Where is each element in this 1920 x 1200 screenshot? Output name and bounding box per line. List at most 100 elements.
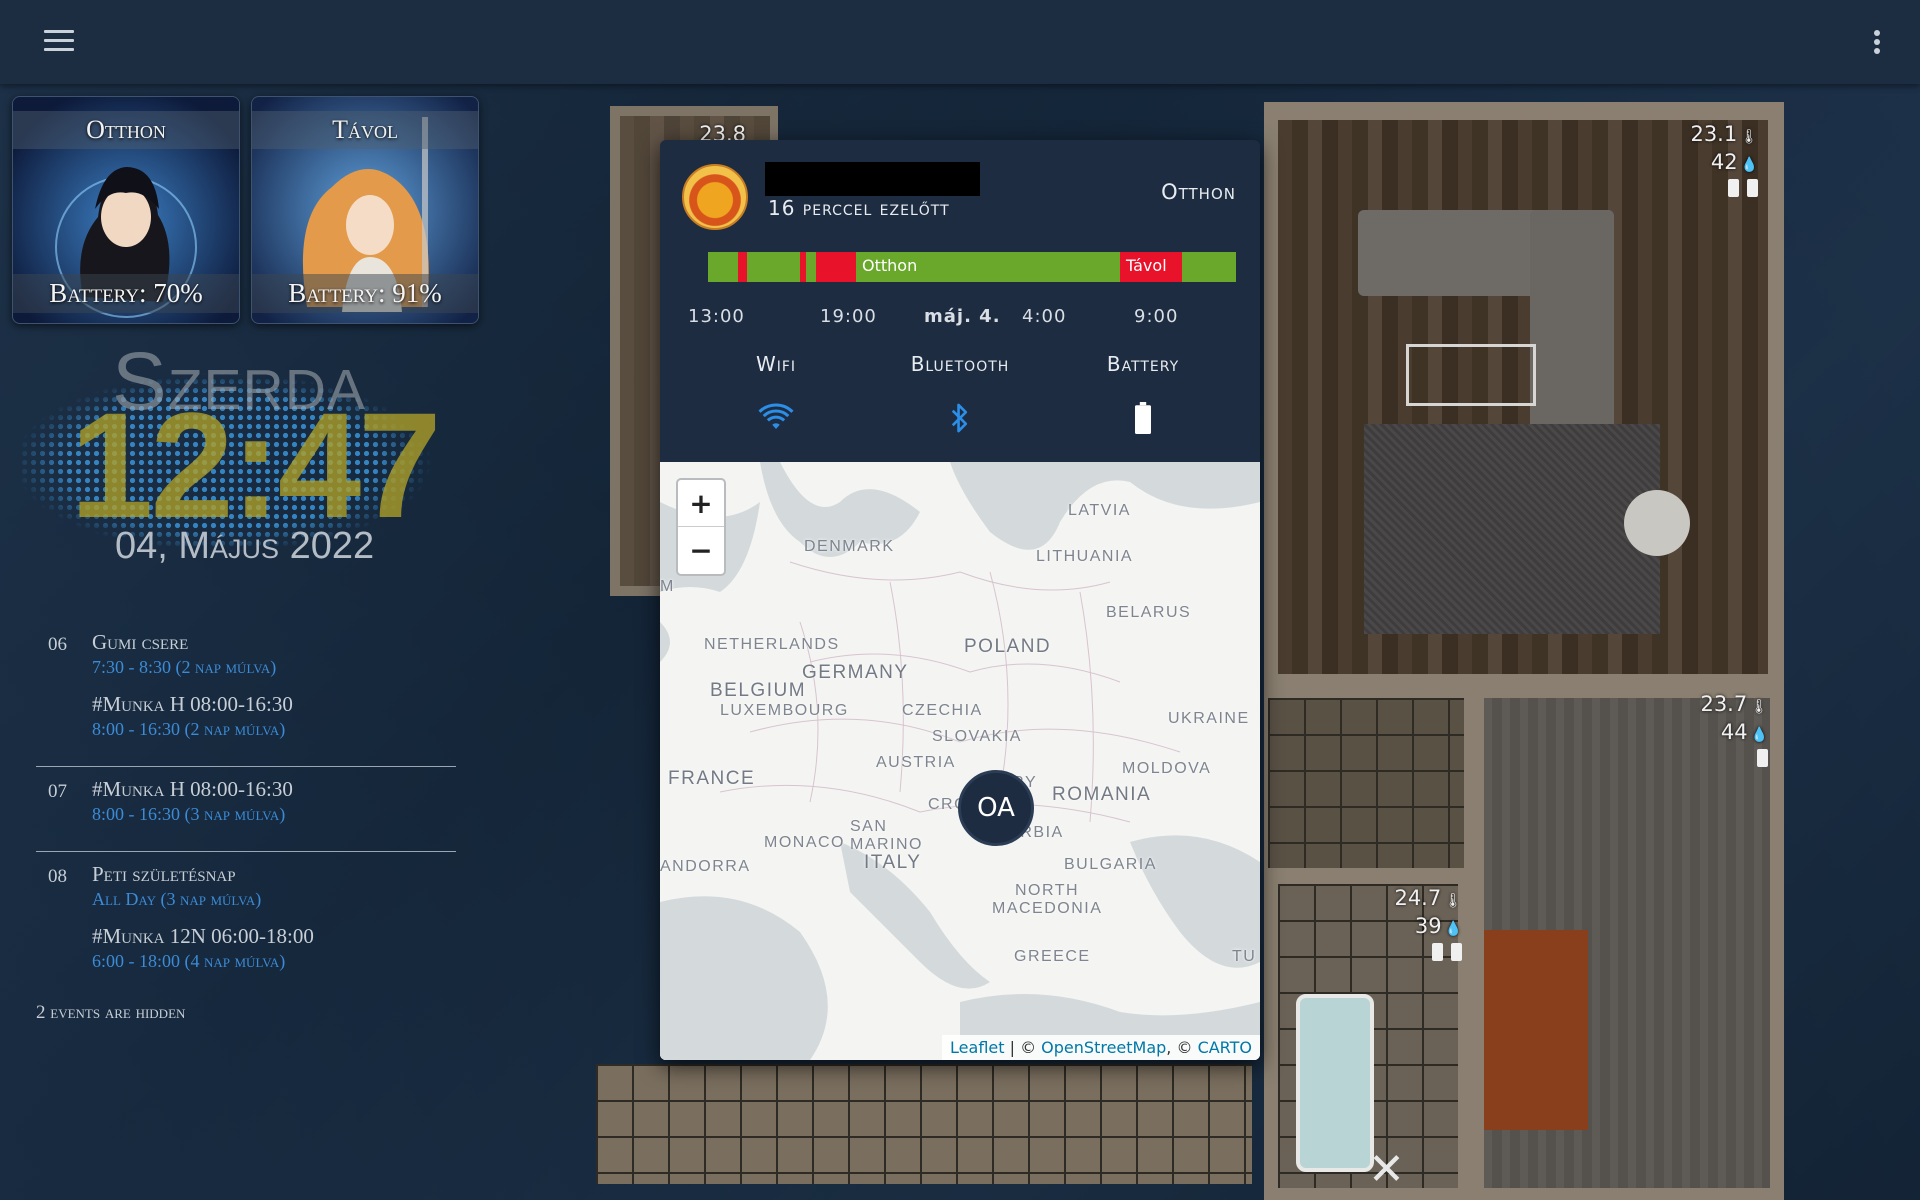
event-day-group: 08 Peti születésnap All Day (3 nap múlva…	[36, 851, 456, 998]
map-label: Andorra	[660, 858, 751, 875]
attribute-label: Bluetooth	[910, 352, 1010, 376]
map-label: Latvia	[1068, 502, 1131, 519]
map-label: Czechia	[902, 702, 983, 719]
person-battery: Battery: 70%	[13, 274, 239, 313]
humidity-value: 42	[1710, 150, 1738, 174]
person-card-otthon[interactable]: Otthon Battery: 70%	[12, 96, 240, 324]
droplet-icon: 💧	[1750, 727, 1768, 743]
top-app-bar	[0, 0, 1920, 84]
attribute-label: Wifi	[755, 352, 797, 376]
event-when: 8:00 - 16:30 (3 nap múlva)	[92, 804, 286, 824]
clock-time: 12:47	[70, 381, 442, 549]
battery-icon	[1135, 402, 1151, 434]
timeline-label-away: Távol	[1126, 256, 1167, 275]
map-label: Austria	[876, 754, 956, 771]
room-bottom	[596, 1064, 1252, 1184]
map-label: Italy	[864, 852, 922, 873]
event-when: 7:30 - 8:30 (2 nap múlva)	[92, 657, 277, 677]
person-name: Otthon	[13, 111, 239, 149]
humidity-value: 44	[1720, 720, 1748, 744]
map-label: Luxembourg	[720, 702, 849, 719]
wifi-icon	[758, 403, 794, 429]
room-hall	[1268, 698, 1464, 868]
event-day: 07	[48, 781, 67, 802]
temperature-value: 23.7	[1700, 692, 1748, 716]
event-item[interactable]: Peti születésnap All Day (3 nap múlva)	[92, 862, 456, 910]
leaflet-link[interactable]: Leaflet	[950, 1038, 1004, 1057]
map-label: Bulgaria	[1064, 856, 1157, 873]
close-icon[interactable]: ✕	[1368, 1144, 1405, 1195]
timeline-segment-away[interactable]	[816, 252, 856, 282]
attribution-separator: , ©	[1166, 1038, 1198, 1057]
hidden-events-note: 2 events are hidden	[36, 1002, 186, 1023]
event-when: 8:00 - 16:30 (2 nap múlva)	[92, 719, 286, 739]
event-day-group: 07 #Munka H 08:00-16:30 8:00 - 16:30 (3 …	[36, 766, 456, 851]
axis-tick: 9:00	[1134, 306, 1179, 327]
sensor-bedroom[interactable]: 23.7 🌡 44 💧	[1658, 692, 1768, 773]
attribute-label: Battery	[1106, 352, 1180, 376]
event-title: #Munka H 08:00-16:30	[92, 777, 293, 801]
hamburger-menu-icon[interactable]	[44, 30, 74, 54]
temperature-value: 24.7	[1394, 886, 1442, 910]
map-label: North Macedonia	[992, 882, 1103, 917]
timeline-label-home: Otthon	[862, 256, 918, 275]
battery-icon	[1747, 179, 1758, 197]
robot-vacuum-icon[interactable]	[1624, 490, 1690, 556]
event-day: 06	[48, 634, 67, 655]
map-label: Greece	[1014, 948, 1091, 965]
osm-link[interactable]: OpenStreetMap	[1041, 1038, 1166, 1057]
zoom-in-button[interactable]: +	[678, 480, 724, 527]
zoom-control: + −	[676, 478, 726, 576]
map-label: Germany	[802, 662, 909, 683]
map-attribution: Leaflet | © OpenStreetMap, © CARTO	[942, 1035, 1260, 1060]
clock-date: 04, Május 2022	[115, 525, 375, 567]
redacted-name	[765, 162, 980, 196]
sensor-bathroom[interactable]: 24.7 🌡 39 💧	[1352, 886, 1462, 967]
map[interactable]: + − Latvia Denmark Lithuania Belarus Net…	[660, 462, 1260, 1060]
more-options-icon[interactable]	[1872, 30, 1882, 56]
axis-tick: 4:00	[1022, 306, 1067, 327]
event-title: Gumi csere	[92, 630, 189, 654]
attribution-separator: | ©	[1004, 1038, 1042, 1057]
wardrobe	[1484, 930, 1588, 1130]
thermometer-icon: 🌡	[1750, 699, 1768, 715]
attribute-wifi[interactable]: Wifi	[696, 352, 856, 442]
map-label: Netherlands	[704, 636, 840, 653]
last-changed: 16 perccel ezelőtt	[768, 196, 950, 220]
clock-widget: Szerda 12:47 04, Május 2022	[20, 330, 470, 600]
map-label: Romania	[1052, 784, 1152, 805]
event-item[interactable]: #Munka 12N 06:00-18:00 6:00 - 18:00 (4 n…	[92, 924, 456, 972]
map-label: Moldova	[1122, 760, 1212, 777]
map-marker[interactable]: OA	[958, 770, 1034, 846]
avatar	[682, 164, 748, 230]
sensor-living[interactable]: 23.1 🌡 42 💧	[1648, 122, 1758, 203]
more-info-dialog: 16 perccel ezelőtt Otthon Otthon Távol 1…	[660, 140, 1260, 1060]
bathtub	[1296, 994, 1374, 1172]
timeline-segment-away[interactable]	[738, 252, 747, 282]
axis-tick: máj. 4.	[924, 306, 1001, 327]
map-label: Tu	[1232, 948, 1257, 965]
timeline-segment-away[interactable]	[800, 252, 806, 282]
event-day: 08	[48, 866, 67, 887]
person-card-tavol[interactable]: Távol Battery: 91%	[251, 96, 479, 324]
carto-link[interactable]: CARTO	[1198, 1038, 1252, 1057]
coffee-table	[1406, 344, 1536, 406]
map-label: Belarus	[1106, 604, 1192, 621]
map-label: France	[668, 768, 756, 789]
thermometer-icon: 🌡	[1444, 893, 1462, 909]
timeline-axis: 13:00 19:00 máj. 4. 4:00 9:00	[660, 306, 1260, 330]
map-label: San Marino	[850, 818, 923, 853]
event-item[interactable]: Gumi csere 7:30 - 8:30 (2 nap múlva)	[92, 630, 456, 678]
droplet-icon: 💧	[1444, 921, 1462, 937]
zoom-out-button[interactable]: −	[678, 527, 724, 573]
attribute-battery[interactable]: Battery	[1063, 352, 1223, 442]
event-item[interactable]: #Munka H 08:00-16:30 8:00 - 16:30 (3 nap…	[92, 777, 456, 825]
battery-icon	[1757, 749, 1768, 767]
temperature-value: 23.1	[1690, 122, 1738, 146]
event-item[interactable]: #Munka H 08:00-16:30 8:00 - 16:30 (2 nap…	[92, 692, 456, 740]
history-timeline[interactable]: Otthon Távol	[708, 252, 1236, 282]
thermometer-icon: 🌡	[1740, 129, 1758, 145]
attribute-bluetooth[interactable]: Bluetooth	[880, 352, 1040, 442]
map-label: Lithuania	[1036, 548, 1134, 565]
event-when: All Day (3 nap múlva)	[92, 889, 262, 909]
